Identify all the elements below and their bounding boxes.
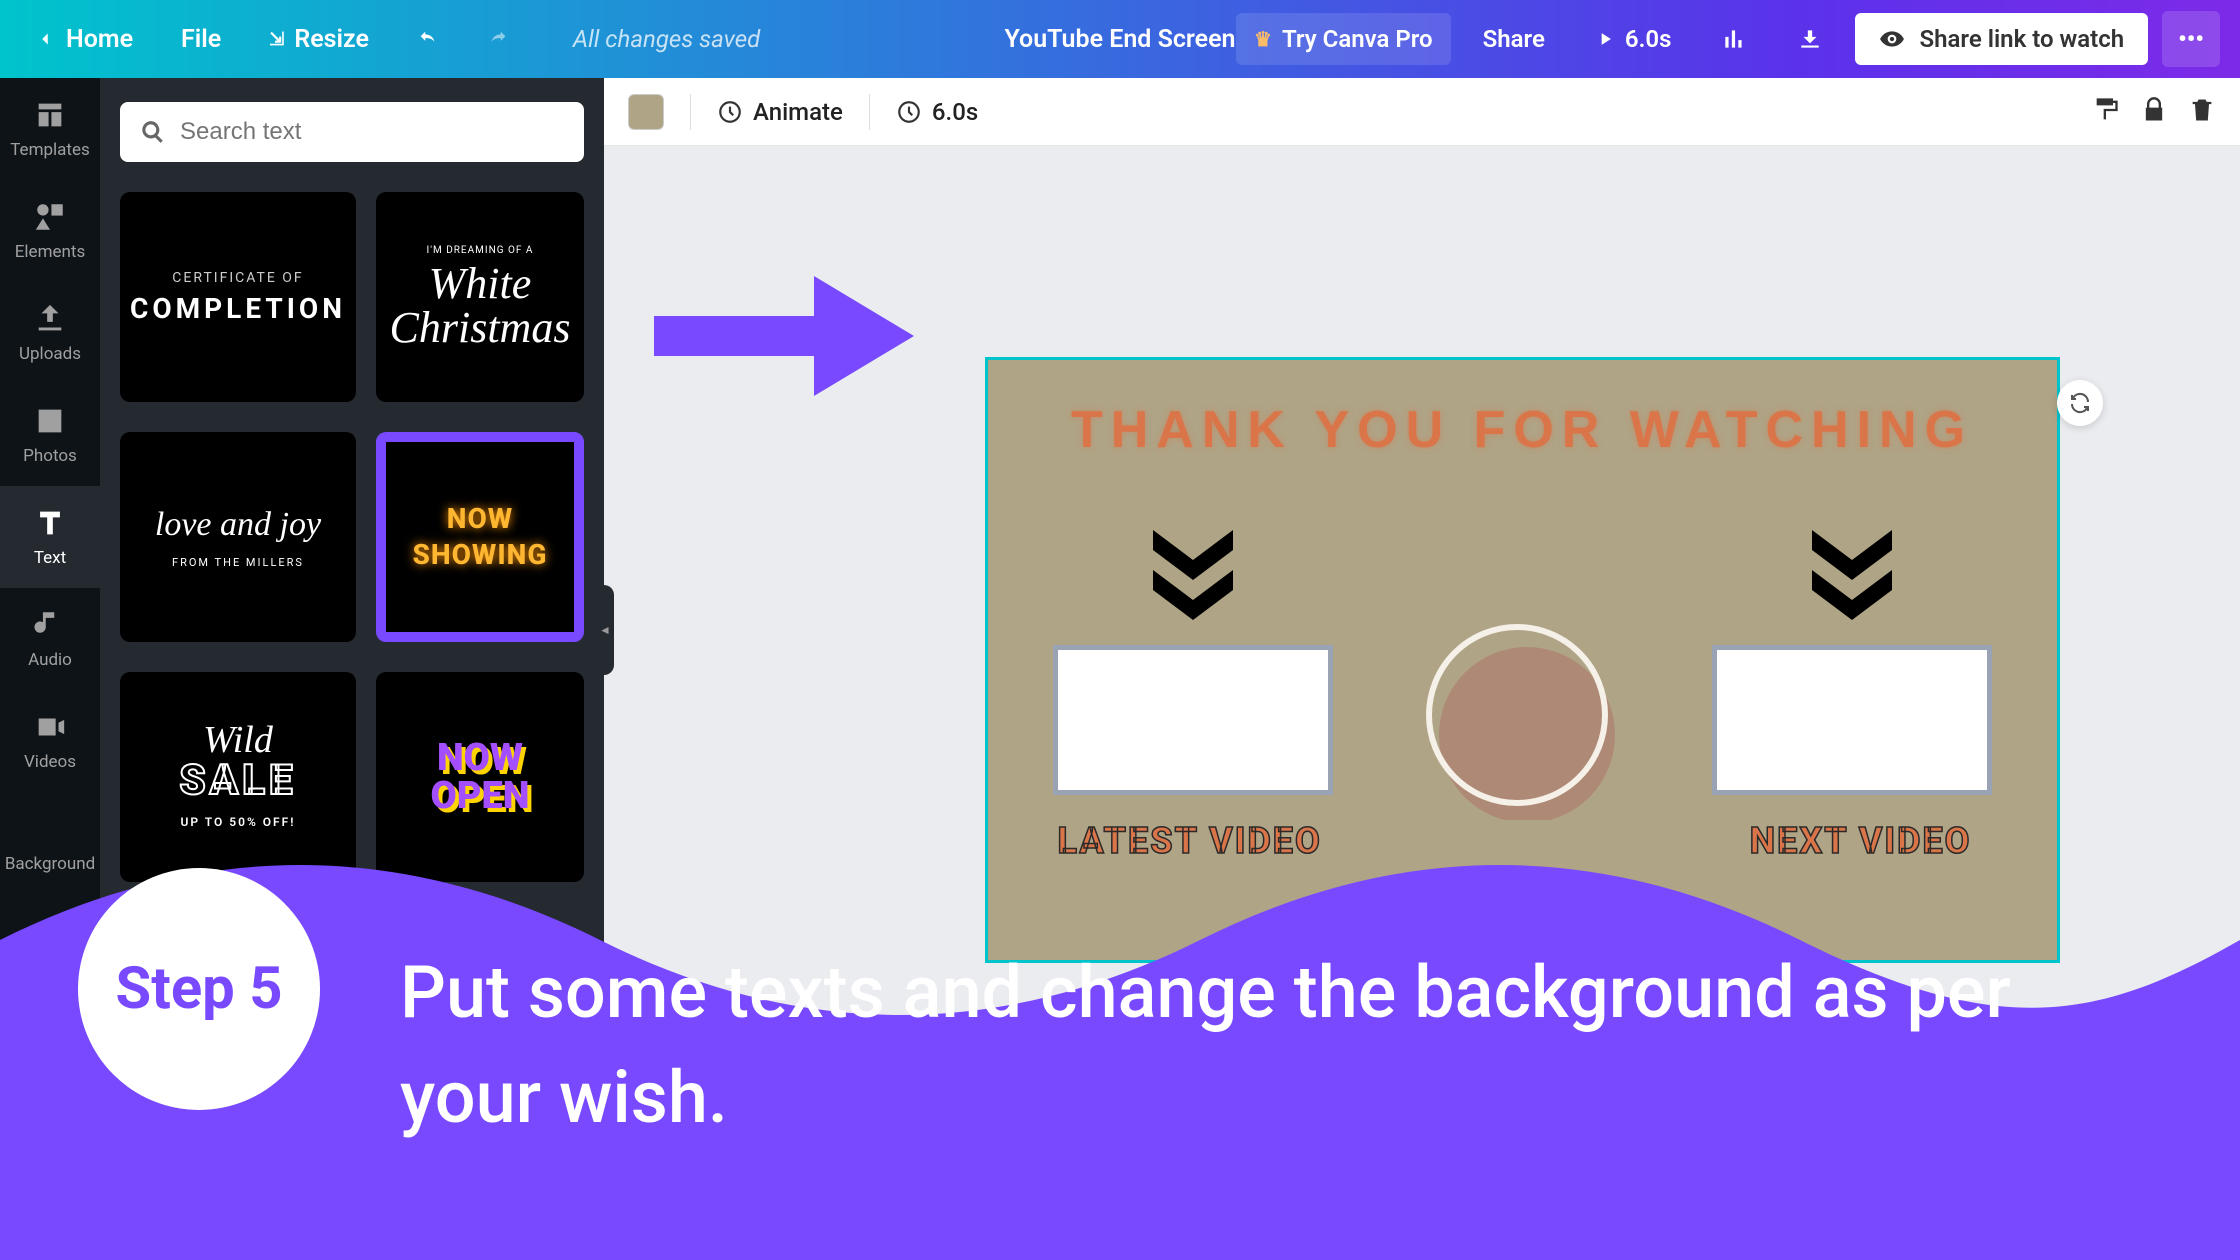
tool-sidebar: Templates Elements Uploads Photos Text A… <box>0 78 100 1260</box>
chart-icon <box>1721 26 1747 52</box>
sidebar-item-templates[interactable]: Templates <box>0 78 100 180</box>
text-template-love-joy[interactable]: love and joy FROM THE MILLERS <box>120 432 356 642</box>
style-copy-button[interactable] <box>2092 96 2120 128</box>
text-template-wild-sale[interactable]: Wild SALE UP TO 50% OFF! <box>120 672 356 882</box>
sidebar-item-background[interactable]: Background <box>0 792 100 894</box>
subscribe-circle[interactable] <box>1422 620 1622 820</box>
lock-button[interactable] <box>2140 96 2168 128</box>
text-template-white-christmas[interactable]: I'M DREAMING OF A White Christmas <box>376 192 584 402</box>
lock-icon <box>2140 96 2168 124</box>
animate-icon <box>717 99 743 125</box>
text-templates-panel: CERTIFICATE OF COMPLETION I'M DREAMING O… <box>100 78 604 1260</box>
text-template-certificate[interactable]: CERTIFICATE OF COMPLETION <box>120 192 356 402</box>
text-icon <box>33 506 67 540</box>
eye-icon <box>1879 26 1905 52</box>
tutorial-arrow-icon <box>654 266 924 406</box>
text-template-now-open[interactable]: NOW OPEN <box>376 672 584 882</box>
home-button[interactable]: Home <box>20 15 147 64</box>
sidebar-item-elements[interactable]: Elements <box>0 180 100 282</box>
sidebar-item-photos[interactable]: Photos <box>0 384 100 486</box>
background-icon <box>33 812 67 846</box>
download-button[interactable] <box>1779 14 1841 64</box>
panel-collapse-toggle[interactable]: ◄ <box>596 585 614 675</box>
share-link-button[interactable]: Share link to watch <box>1855 13 2148 65</box>
crown-icon: ♛ <box>1254 27 1272 51</box>
sidebar-item-videos[interactable]: Videos <box>0 690 100 792</box>
context-toolbar: Animate 6.0s <box>604 78 2240 146</box>
play-icon <box>644 1206 680 1242</box>
document-title[interactable]: YouTube End Screen <box>1004 25 1235 54</box>
videos-icon <box>33 710 67 744</box>
latest-video-label[interactable]: LATEST VIDEO <box>1058 820 1322 862</box>
download-icon <box>1797 26 1823 52</box>
canvas-heading-text[interactable]: THANK YOU FOR WATCHING <box>1071 400 1973 460</box>
more-options-button[interactable]: ••• <box>2162 11 2220 67</box>
editor-area: Animate 6.0s THANK YOU FOR WA <box>604 78 2240 1260</box>
share-button[interactable]: Share <box>1465 13 1563 65</box>
analytics-button[interactable] <box>1703 14 1765 64</box>
sidebar-item-uploads[interactable]: Uploads <box>0 282 100 384</box>
add-page-button[interactable]: + <box>930 1202 1080 1250</box>
top-toolbar: Home File ⇲ Resize All changes saved You… <box>0 0 2240 78</box>
undo-button[interactable] <box>403 18 453 60</box>
photos-icon <box>33 404 67 438</box>
next-video-label[interactable]: NEXT VIDEO <box>1750 820 1972 862</box>
design-canvas[interactable]: THANK YOU FOR WATCHING LATEST VIDEO NEXT… <box>985 357 2060 963</box>
duration-button[interactable]: 6.0s <box>896 98 978 126</box>
clock-icon <box>896 99 922 125</box>
delete-button[interactable] <box>2188 96 2216 128</box>
search-icon <box>140 119 166 145</box>
file-button[interactable]: File <box>167 15 235 64</box>
preview-play-button[interactable]: 6.0s <box>1577 13 1690 65</box>
canvas-viewport[interactable]: THANK YOU FOR WATCHING LATEST VIDEO NEXT… <box>604 146 2240 1174</box>
home-label: Home <box>66 25 133 54</box>
resize-icon: ⇲ <box>269 29 284 50</box>
undo-icon <box>417 28 439 50</box>
next-video-placeholder[interactable] <box>1712 645 1992 795</box>
elements-icon <box>33 200 67 234</box>
page-thumbnail[interactable] <box>710 1202 900 1250</box>
timeline: + <box>604 1190 2240 1260</box>
paint-roller-icon <box>2092 96 2120 124</box>
latest-video-placeholder[interactable] <box>1053 645 1333 795</box>
redo-icon <box>487 28 509 50</box>
resize-button[interactable]: ⇲ Resize <box>255 15 383 64</box>
redo-button[interactable] <box>473 18 523 60</box>
sidebar-item-text[interactable]: Text <box>0 486 100 588</box>
refresh-icon <box>2068 391 2092 415</box>
save-status: All changes saved <box>573 25 760 53</box>
trash-icon <box>2188 96 2216 124</box>
timeline-play-button[interactable] <box>644 1206 680 1246</box>
double-chevron-down-icon[interactable] <box>1802 530 1902 620</box>
text-template-spirit[interactable]: SPIRIT <box>120 912 356 1032</box>
regenerate-button[interactable] <box>2057 380 2103 426</box>
uploads-icon <box>33 302 67 336</box>
search-input-wrapper[interactable] <box>120 102 584 162</box>
double-chevron-down-icon[interactable] <box>1143 530 1243 620</box>
text-template-now-showing[interactable]: NOW SHOWING <box>376 432 584 642</box>
horizontal-scrollbar[interactable] <box>604 1174 2240 1190</box>
play-icon <box>1595 29 1615 49</box>
animate-button[interactable]: Animate <box>717 98 843 126</box>
try-pro-button[interactable]: ♛ Try Canva Pro <box>1236 13 1451 65</box>
search-text-input[interactable] <box>180 118 564 146</box>
chevron-left-icon <box>34 28 56 50</box>
background-color-swatch[interactable] <box>628 94 664 130</box>
templates-icon <box>33 98 67 132</box>
sidebar-item-audio[interactable]: Audio <box>0 588 100 690</box>
audio-icon <box>33 608 67 642</box>
